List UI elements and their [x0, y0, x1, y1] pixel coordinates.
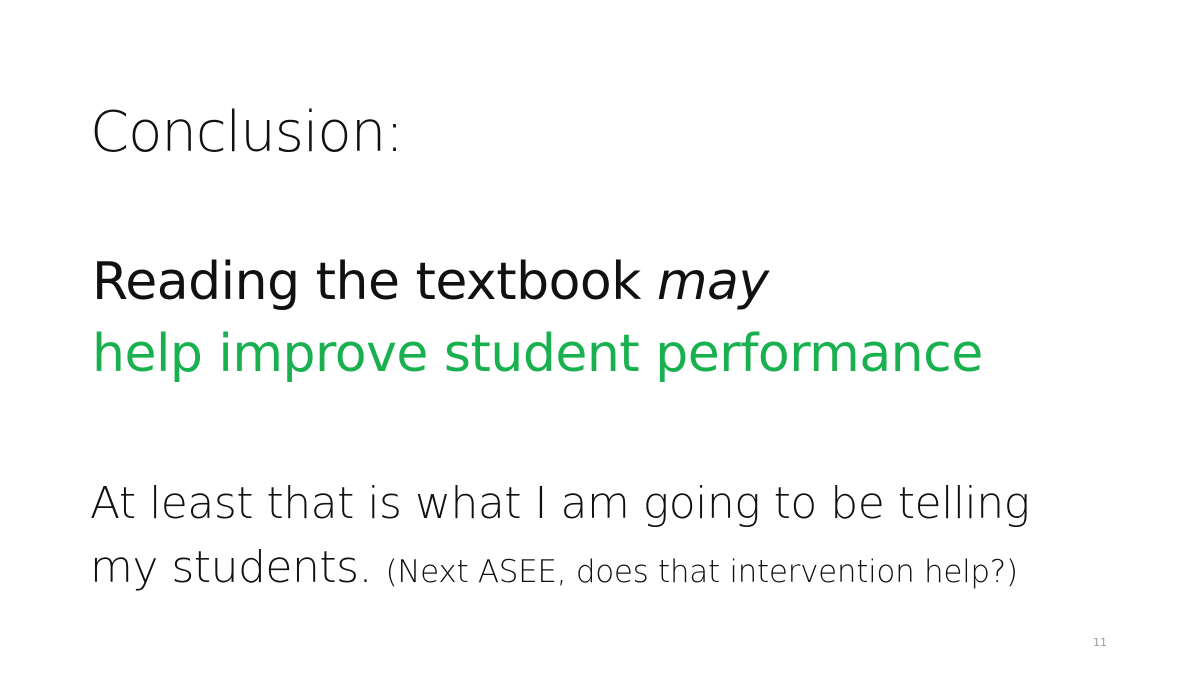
slide-number: 11: [1093, 636, 1107, 649]
slide-title: Conclusion:: [90, 100, 404, 165]
claim-highlight-text: help improve student performance: [92, 324, 983, 384]
claim-hedge-word: may: [656, 252, 769, 312]
body-aside: (Next ASEE, does that intervention help?…: [385, 554, 1019, 590]
body-paragraph: At least that is what I am going to be t…: [90, 472, 1030, 604]
slide: Conclusion: Reading the textbook may help…: [0, 0, 1200, 675]
body-line-1: At least that is what I am going to be t…: [90, 478, 1030, 529]
body-line-2: my students.: [90, 542, 373, 593]
claim-lead-text: Reading the textbook: [92, 252, 641, 312]
claim-statement: Reading the textbook may help improve stu…: [92, 246, 983, 390]
